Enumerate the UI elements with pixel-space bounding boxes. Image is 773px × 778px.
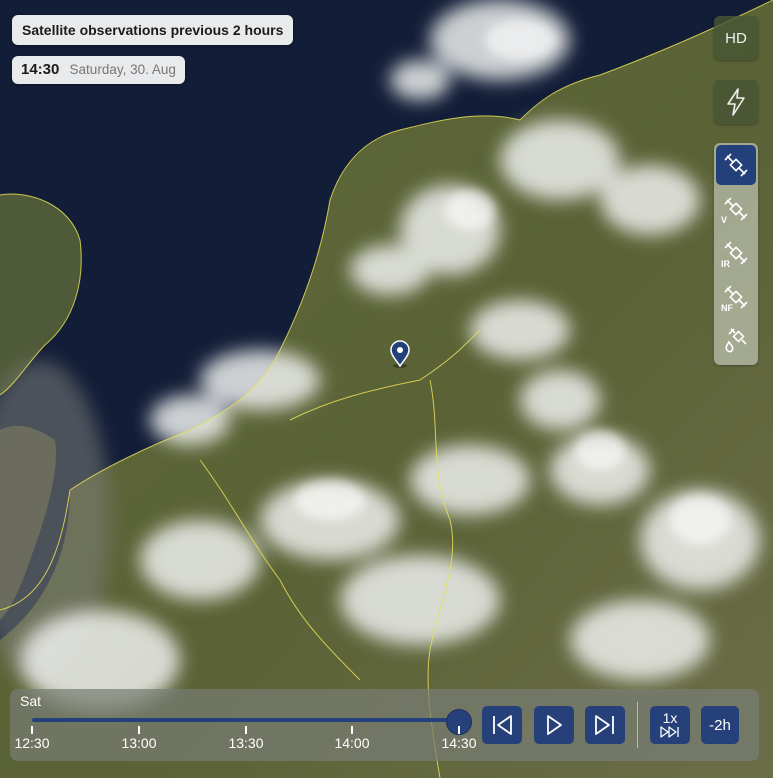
satellite-map[interactable] — [0, 0, 773, 778]
satellite-mode-water-vapour[interactable] — [716, 321, 756, 361]
satellite-mode-nf[interactable]: NF — [716, 277, 756, 317]
time-range-button[interactable]: -2h — [701, 706, 739, 744]
tick-label: 14:30 — [441, 735, 477, 751]
skip-back-icon — [493, 715, 512, 735]
lightning-icon — [727, 88, 745, 116]
timeline-bar: Sat 12:30 13:00 13:30 14:00 14:30 1x -2h — [10, 689, 759, 761]
play-icon — [547, 715, 562, 735]
timeline-track[interactable] — [32, 718, 458, 722]
mode-sub-label: NF — [721, 303, 733, 313]
timeline-tick — [245, 726, 247, 734]
tick-label: 12:30 — [14, 735, 50, 751]
speed-label: 1x — [662, 710, 678, 726]
mode-sub-label: V — [721, 215, 728, 225]
satellite-drop-icon — [725, 328, 747, 353]
day-label: Sat — [20, 693, 42, 709]
current-date: Saturday, 30. Aug — [69, 62, 176, 77]
hd-label: HD — [725, 29, 747, 47]
current-time: 14:30 — [21, 61, 60, 78]
satellite-icon — [724, 153, 748, 177]
satellite-mode-panel: V IR NF — [714, 143, 758, 365]
satellite-mode-true-color[interactable] — [716, 145, 756, 185]
fast-forward-icon — [660, 726, 679, 738]
timeline-tick — [31, 726, 33, 734]
timeline-tick — [458, 726, 460, 734]
tick-label: 14:00 — [334, 735, 370, 751]
step-forward-button[interactable] — [585, 706, 625, 744]
timestamp-box: 14:30 Saturday, 30. Aug — [12, 56, 185, 84]
timeline-tick — [351, 726, 353, 734]
map-title-text: Satellite observations previous 2 hours — [22, 22, 284, 38]
tick-label: 13:00 — [121, 735, 157, 751]
map-title: Satellite observations previous 2 hours — [12, 15, 294, 45]
timeline-tick — [138, 726, 140, 734]
satellite-mode-visible[interactable]: V — [716, 189, 756, 229]
lightning-button[interactable] — [714, 80, 758, 124]
hd-button[interactable]: HD — [714, 16, 758, 60]
tick-label: 13:30 — [228, 735, 264, 751]
satellite-mode-infrared[interactable]: IR — [716, 233, 756, 273]
step-back-button[interactable] — [482, 706, 522, 744]
range-label: -2h — [709, 716, 731, 734]
divider — [637, 702, 638, 748]
mode-sub-label: IR — [721, 259, 730, 269]
speed-button[interactable]: 1x — [650, 706, 690, 744]
play-button[interactable] — [534, 706, 574, 744]
skip-forward-icon — [595, 715, 614, 735]
